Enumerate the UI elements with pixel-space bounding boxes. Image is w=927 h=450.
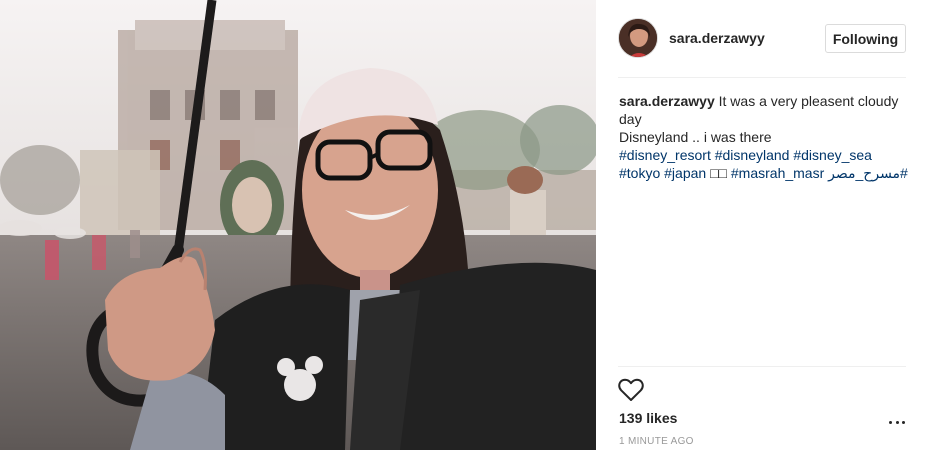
- hashtag-link[interactable]: #disney_sea: [793, 147, 872, 163]
- heart-icon[interactable]: [618, 378, 644, 402]
- caption-line-3: Disneyland .. i was there: [619, 129, 772, 145]
- post-details-panel: sara.derzawyy Following sara.derzawyy It…: [596, 0, 927, 450]
- actions-divider: [618, 366, 906, 367]
- hashtag-line-2: #tokyo #japan □□ #masrah_masr #مسرح_مصر: [619, 164, 909, 182]
- dot: [889, 420, 892, 424]
- hashtag-link[interactable]: #disney_resort: [619, 147, 711, 163]
- hashtag-line-1: #disney_resort #disneyland #disney_sea: [619, 146, 909, 164]
- post-header: sara.derzawyy Following: [596, 0, 927, 78]
- like-count[interactable]: 139 likes: [619, 410, 677, 426]
- hashtag-link[interactable]: #masrah_masr: [731, 165, 824, 181]
- following-button[interactable]: Following: [825, 24, 906, 53]
- caption-line-1: sara.derzawyy It was a very pleasent clo…: [619, 92, 909, 110]
- header-divider: [618, 77, 906, 78]
- hashtag-link[interactable]: #disneyland: [715, 147, 790, 163]
- photo-scene: [0, 0, 596, 450]
- post-caption: sara.derzawyy It was a very pleasent clo…: [619, 92, 909, 182]
- dot: [895, 420, 899, 424]
- post-photo[interactable]: [0, 0, 596, 450]
- avatar-image: [619, 19, 657, 57]
- dot: [902, 420, 905, 424]
- more-options-icon[interactable]: [889, 418, 905, 426]
- post-timestamp[interactable]: 1 MINUTE AGO: [619, 436, 694, 447]
- caption-text: It was a very pleasent cloudy: [718, 93, 899, 109]
- hashtag-link[interactable]: #مسرح_مصر: [828, 165, 908, 181]
- hashtag-link[interactable]: #japan: [664, 165, 706, 181]
- caption-line-2: day: [619, 111, 642, 127]
- username-link[interactable]: sara.derzawyy: [669, 30, 765, 46]
- hashtag-link[interactable]: #tokyo: [619, 165, 660, 181]
- avatar[interactable]: [618, 18, 658, 58]
- emoji-glyphs: □□: [710, 165, 727, 181]
- caption-author-link[interactable]: sara.derzawyy: [619, 93, 715, 109]
